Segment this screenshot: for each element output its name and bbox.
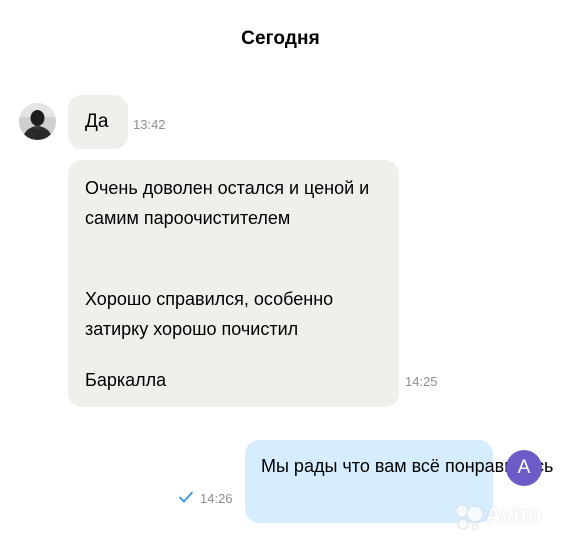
avito-watermark: Avito <box>453 500 553 532</box>
watermark-text: Avito <box>485 502 542 528</box>
message-time: 14:26 <box>200 491 233 506</box>
message-time: 13:42 <box>133 117 166 132</box>
message-text: Очень доволен остался и ценой и самим па… <box>85 178 370 228</box>
message-text: Баркалла <box>85 370 167 390</box>
sender-avatar[interactable] <box>19 103 56 140</box>
single-check-icon <box>179 491 193 503</box>
message-bubble-incoming[interactable]: Да <box>68 95 128 149</box>
user-photo <box>19 103 56 140</box>
chat-date-header: Сегодня <box>241 28 320 49</box>
message-time: 14:25 <box>405 374 438 389</box>
message-bubble-incoming[interactable]: Очень доволен остался и ценой и самим па… <box>68 160 399 407</box>
message-text: Хорошо справился, особенно затирку хорош… <box>85 289 334 339</box>
message-text: Да <box>85 111 109 132</box>
own-avatar[interactable]: А <box>506 450 542 486</box>
avito-logo-icon <box>455 504 484 531</box>
